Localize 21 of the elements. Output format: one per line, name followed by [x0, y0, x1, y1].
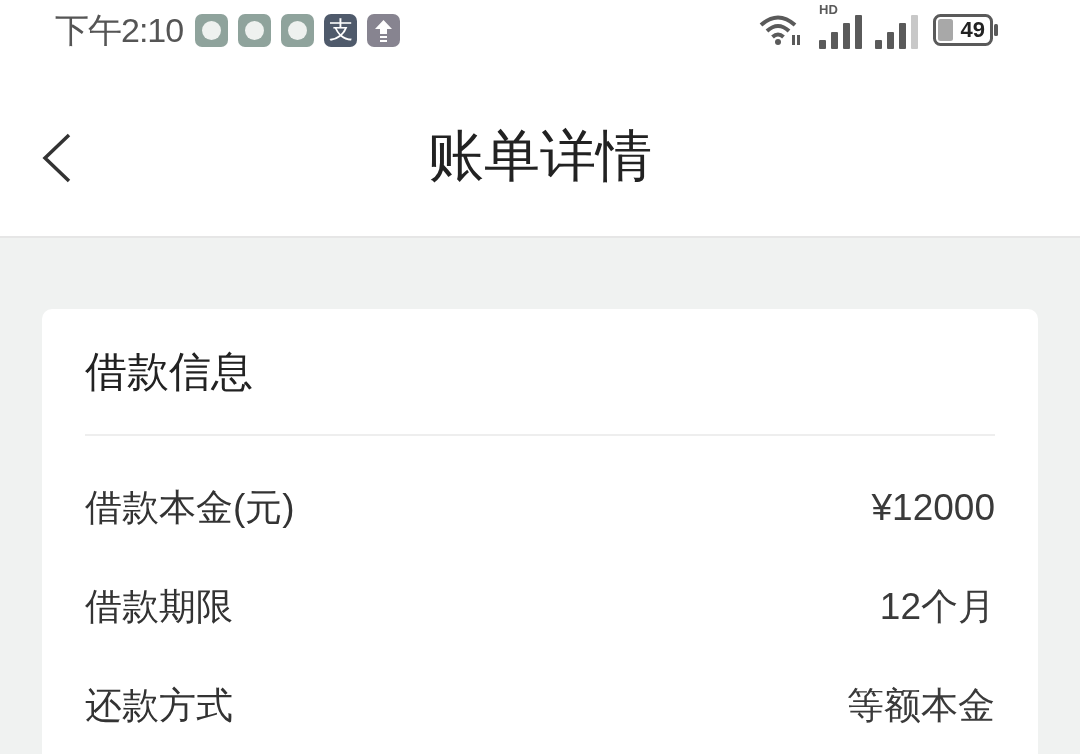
chat-bubble-icon: [238, 13, 272, 47]
status-time: 下午2:10: [55, 13, 184, 47]
field-label: 借款期限: [85, 588, 233, 625]
network-type-label: HD: [819, 3, 838, 16]
upload-icon: [367, 13, 401, 47]
app-notification-icon: 支: [324, 13, 358, 47]
field-value: 12个月: [879, 588, 995, 625]
page-title: 账单详情: [428, 128, 652, 184]
field-value: 等额本金: [847, 687, 995, 724]
wifi-icon: [759, 14, 801, 46]
field-value: ¥12000: [871, 489, 995, 526]
battery-percentage: 49: [960, 19, 985, 41]
chat-bubble-icon: [195, 13, 229, 47]
battery-icon: [933, 14, 998, 46]
signal-icon: [875, 15, 921, 49]
field-label: 还款方式: [85, 687, 233, 724]
field-label: 借款本金(元): [85, 489, 295, 526]
card-title: 借款信息: [85, 350, 253, 393]
chat-bubble-icon: [281, 13, 315, 47]
signal-icon: [819, 15, 865, 49]
back-icon: [41, 133, 71, 183]
